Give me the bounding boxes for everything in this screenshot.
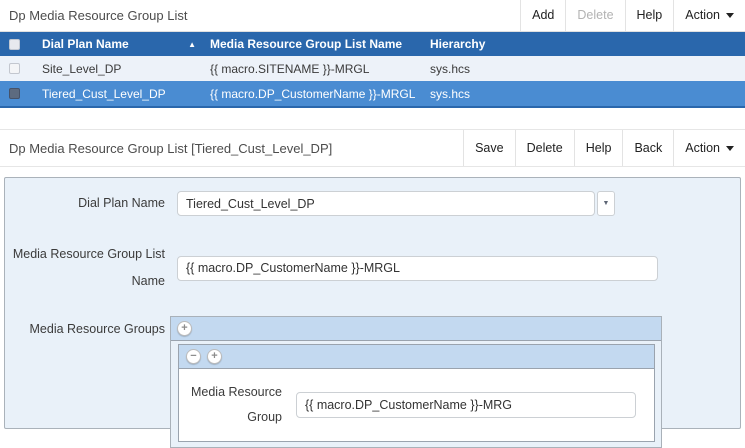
caret-down-icon bbox=[726, 13, 734, 18]
mrg-item-header-bar: − + bbox=[179, 345, 654, 369]
minus-icon: − bbox=[190, 350, 196, 362]
table-row[interactable]: Site_Level_DP {{ macro.SITENAME }}-MRGL … bbox=[0, 56, 745, 81]
mrgl-name-label: Media Resource Group List Name bbox=[5, 241, 165, 295]
column-header-hierarchy[interactable]: Hierarchy bbox=[430, 37, 745, 51]
row-checkbox[interactable] bbox=[9, 63, 20, 74]
add-button[interactable]: Add bbox=[520, 0, 565, 31]
media-resource-group-label: Media Resource Group bbox=[180, 380, 282, 430]
table-header-row: Dial Plan Name ▲ Media Resource Group Li… bbox=[0, 32, 745, 56]
toolbar-spacer bbox=[332, 130, 463, 166]
detail-toolbar: Dp Media Resource Group List [Tiered_Cus… bbox=[0, 129, 745, 167]
dp-mrgl-table: Dial Plan Name ▲ Media Resource Group Li… bbox=[0, 32, 745, 108]
detail-panel-title: Dp Media Resource Group List [Tiered_Cus… bbox=[0, 141, 332, 156]
list-panel-title: Dp Media Resource Group List bbox=[0, 8, 187, 23]
combobox-dropdown-button[interactable]: ▼ bbox=[597, 191, 615, 216]
detail-form-panel: Dial Plan Name ▼ Media Resource Group Li… bbox=[4, 177, 741, 429]
mrg-item-body: Media Resource Group bbox=[179, 369, 654, 441]
mrgl-name-input[interactable] bbox=[177, 256, 658, 281]
cell-dial-plan-name: Site_Level_DP bbox=[42, 62, 121, 76]
column-header-dial-plan-name[interactable]: Dial Plan Name ▲ bbox=[34, 37, 210, 51]
media-resource-groups-label: Media Resource Groups bbox=[5, 316, 165, 343]
dial-plan-name-label: Dial Plan Name bbox=[5, 190, 165, 217]
action-menu-button[interactable]: Action bbox=[673, 130, 745, 166]
plus-icon: + bbox=[181, 322, 187, 334]
sort-ascending-icon: ▲ bbox=[188, 40, 196, 49]
list-toolbar: Dp Media Resource Group List Add Delete … bbox=[0, 0, 745, 32]
dial-plan-name-combobox: ▼ bbox=[177, 191, 615, 216]
back-button[interactable]: Back bbox=[622, 130, 673, 166]
remove-item-button[interactable]: − bbox=[186, 349, 201, 364]
plus-icon: + bbox=[211, 350, 217, 362]
toolbar-spacer bbox=[187, 0, 520, 31]
select-all-checkbox[interactable] bbox=[9, 39, 20, 50]
column-header-mrgl-name[interactable]: Media Resource Group List Name bbox=[210, 37, 430, 51]
delete-button[interactable]: Delete bbox=[515, 130, 574, 166]
mrgl-name-row: Media Resource Group List Name bbox=[5, 241, 740, 295]
row-checkbox[interactable] bbox=[9, 88, 20, 99]
dropdown-arrow-icon: ▼ bbox=[603, 200, 610, 207]
help-button[interactable]: Help bbox=[625, 0, 674, 31]
dial-plan-name-row: Dial Plan Name ▼ bbox=[5, 190, 740, 217]
cell-mrgl-name: {{ macro.SITENAME }}-MRGL bbox=[210, 62, 430, 76]
media-resource-groups-widget: + − + Media Resource Group bbox=[170, 316, 662, 448]
header-check-cell bbox=[0, 39, 34, 50]
dial-plan-name-input[interactable] bbox=[177, 191, 595, 216]
media-resource-group-input[interactable] bbox=[296, 392, 636, 418]
table-row-selected[interactable]: Tiered_Cust_Level_DP {{ macro.DP_Custome… bbox=[0, 81, 745, 106]
caret-down-icon bbox=[726, 146, 734, 151]
cell-mrgl-name: {{ macro.DP_CustomerName }}-MRGL bbox=[210, 87, 430, 101]
cell-dial-plan-name: Tiered_Cust_Level_DP bbox=[42, 87, 166, 101]
media-resource-groups-row: Media Resource Groups + − + Media Resour… bbox=[5, 316, 740, 448]
save-button[interactable]: Save bbox=[463, 130, 515, 166]
cell-hierarchy: sys.hcs bbox=[430, 87, 745, 101]
mrg-item-panel: − + Media Resource Group bbox=[178, 344, 655, 442]
action-menu-button[interactable]: Action bbox=[673, 0, 745, 31]
cell-hierarchy: sys.hcs bbox=[430, 62, 745, 76]
help-button[interactable]: Help bbox=[574, 130, 623, 166]
add-item-below-button[interactable]: + bbox=[207, 349, 222, 364]
delete-button[interactable]: Delete bbox=[565, 0, 624, 31]
add-item-button[interactable]: + bbox=[177, 321, 192, 336]
mrg-list-header-bar: + bbox=[171, 317, 661, 341]
